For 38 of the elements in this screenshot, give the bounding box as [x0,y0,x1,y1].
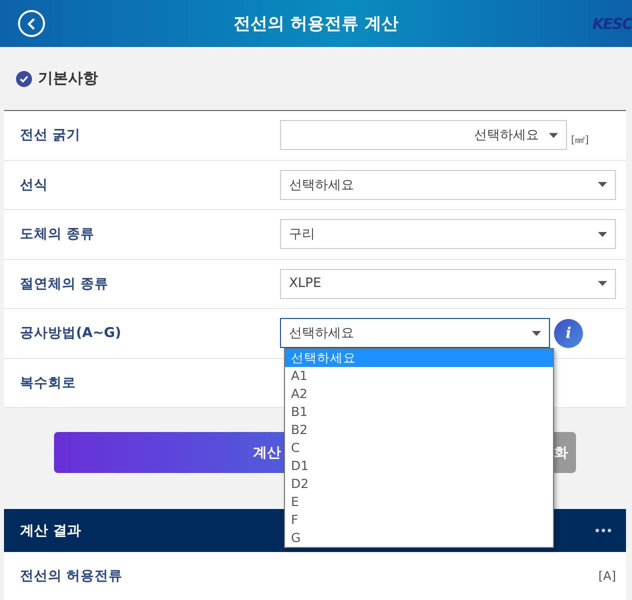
caret-icon [549,132,558,138]
field-label: 복수회로 [20,374,77,392]
field-label: 선식 [20,176,49,194]
caret-icon [598,281,607,286]
unit-label: [A] [598,569,616,583]
select-field[interactable]: 선택하세요 [280,318,550,348]
select-field[interactable]: 선택하세요 [280,170,616,200]
field-label: 절연체의 종류 [20,274,110,293]
logo: KESC [592,14,632,32]
field-label: 공사방법(A~G) [20,324,122,342]
dropdown-option[interactable]: G [285,529,553,547]
select-field[interactable]: XLPE [280,268,616,299]
dropdown-option[interactable]: E [285,493,553,511]
dropdown-option[interactable]: F [285,511,553,529]
unit-label: [㎟] [571,134,589,148]
info-button[interactable]: i [554,318,583,348]
section-title: 기본사항 [38,69,98,88]
field-label: 도체의 종류 [20,225,96,244]
page-title: 전선의 허용전류 계산 [234,13,398,35]
caret-icon [598,182,607,188]
dropdown-option[interactable]: C [285,439,553,457]
dropdown-option[interactable]: A2 [285,385,553,403]
more-menu[interactable]: ••• [594,524,612,538]
chevron-left-icon [26,18,36,30]
check-icon [16,70,32,86]
caret-icon [532,330,541,336]
field-label: 전선 굵기 [20,126,82,144]
caret-icon [598,232,607,237]
select-field[interactable]: 구리 [280,219,616,250]
dropdown-option[interactable]: D2 [285,475,553,493]
result-title: 계산 결과 [20,522,81,540]
dropdown-option[interactable]: B1 [285,403,553,421]
back-button[interactable] [18,10,45,37]
dropdown-option[interactable]: D1 [285,457,553,475]
result-label: 전선의 허용전류 [20,567,123,585]
select-field[interactable]: 선택하세요 [280,120,567,150]
dropdown-option[interactable]: A1 [285,367,553,385]
dropdown-option[interactable]: B2 [285,421,553,439]
